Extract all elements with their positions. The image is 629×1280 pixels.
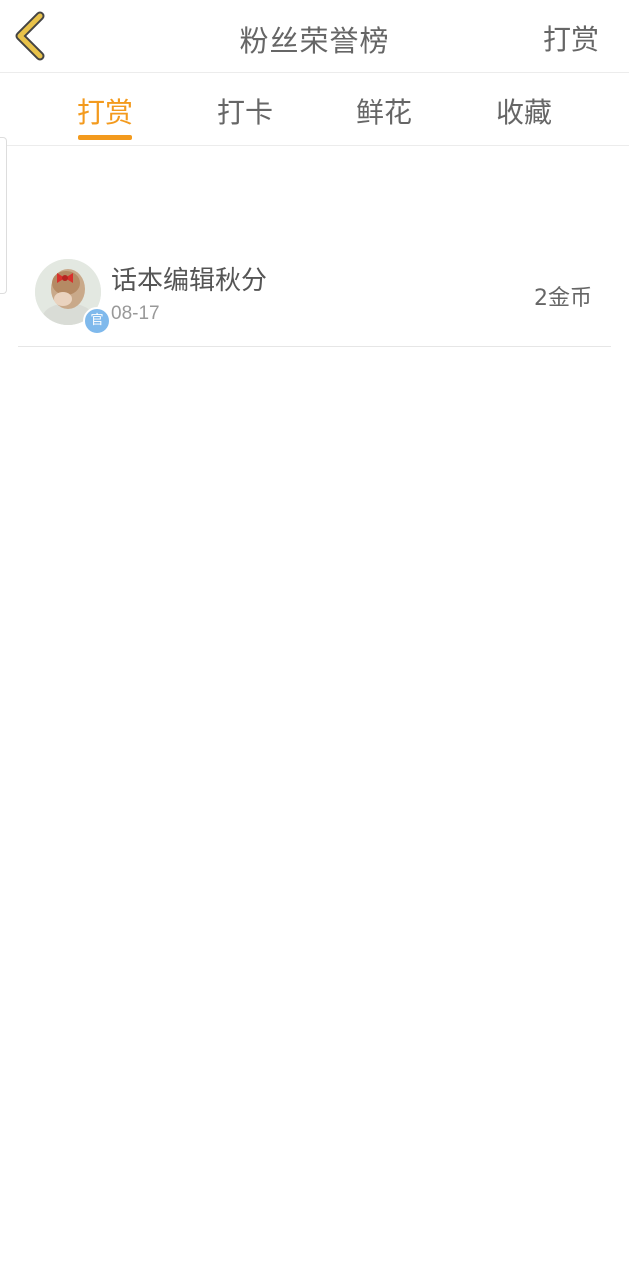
tab-flowers[interactable]: 鲜花 [344, 91, 424, 131]
official-badge-label: 官 [90, 313, 104, 328]
reward-button[interactable]: 打赏 [543, 18, 599, 58]
page: 粉丝荣誉榜 打赏 打赏 打卡 鲜花 收藏 官 话本编辑秋分 08-17 2金币 [0, 0, 629, 1280]
tab-bar: 打赏 打卡 鲜花 收藏 [0, 73, 629, 146]
tab-checkin[interactable]: 打卡 [205, 91, 285, 131]
active-tab-indicator [78, 135, 132, 140]
list-item[interactable]: 官 话本编辑秋分 08-17 2金币 [18, 248, 611, 347]
tab-favorites[interactable]: 收藏 [484, 91, 564, 131]
page-title: 粉丝荣誉榜 [239, 24, 390, 58]
item-name: 话本编辑秋分 [111, 266, 268, 296]
tab-reward[interactable]: 打赏 [65, 91, 145, 131]
top-bar: 粉丝荣誉榜 打赏 [0, 0, 629, 73]
item-amount: 2金币 [534, 286, 592, 311]
side-drawer-handle[interactable] [0, 137, 7, 294]
official-badge: 官 [83, 307, 111, 335]
item-date: 08-17 [111, 303, 160, 324]
